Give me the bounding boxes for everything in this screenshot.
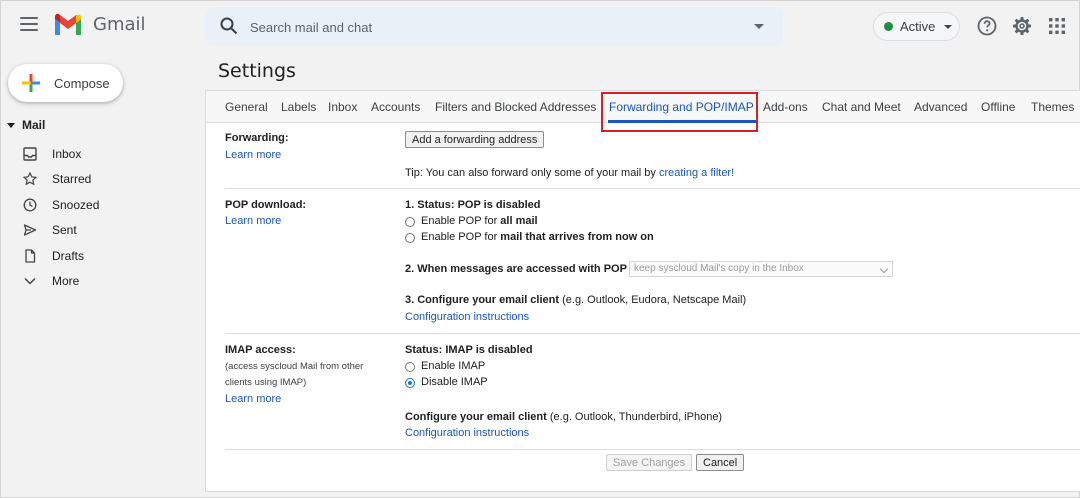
compose-label: Compose [54,75,110,91]
sidebar-item-more[interactable]: More [1,269,201,295]
inbox-icon [23,147,37,161]
imap-access-description: (access syscloud Mail from other clients… [225,361,364,388]
tab-add-ons[interactable]: Add-ons [763,100,808,114]
tab-accounts[interactable]: Accounts [371,100,420,114]
status-chip[interactable]: Active [873,12,960,41]
disable-imap-radio[interactable] [405,378,415,388]
tab-inbox[interactable]: Inbox [328,100,357,114]
enable-imap-label: Enable IMAP [421,360,486,372]
sidebar-item-drafts[interactable]: Drafts [1,243,201,269]
divider [225,449,1080,450]
plus-icon [22,74,40,92]
create-filter-link[interactable]: creating a filter! [659,167,734,179]
send-icon [23,224,37,236]
mail-section-label: Mail [22,118,46,132]
divider [225,333,1080,334]
apps-grid-icon[interactable] [1046,15,1068,37]
option-bold: all mail [500,215,538,227]
imap-configuration-instructions-link[interactable]: Configuration instructions [405,427,529,439]
compose-button[interactable]: Compose [8,64,123,102]
forwarding-tip-text: Tip: You can also forward only some of y… [405,167,659,179]
enable-pop-all-mail-radio[interactable] [405,217,415,227]
page-title: Settings [218,60,296,82]
search-bar[interactable] [206,7,783,46]
gmail-logo[interactable]: Gmail [53,13,146,36]
enable-pop-all-mail-label: Enable POP for all mail [421,215,538,227]
enable-pop-from-now-label: Enable POP for mail that arrives from no… [421,231,654,243]
enable-pop-from-now-radio[interactable] [405,233,415,243]
sidebar-item-label: Drafts [52,248,85,263]
main-menu-button[interactable] [20,17,38,31]
tab-filters[interactable]: Filters and Blocked Addresses [435,100,596,114]
pop-access-selected-value: keep syscloud Mail's copy in the Inbox [634,263,804,274]
imap-configure-client: Configure your email client (e.g. Outloo… [405,411,722,423]
star-icon [23,172,37,186]
sidebar-nav: Inbox Starred Snoozed Sent Drafts More [1,141,201,294]
disable-imap-label: Disable IMAP [421,376,488,388]
configure-rest: (e.g. Outlook, Eudora, Netscape Mail) [559,294,747,306]
sidebar-item-sent[interactable]: Sent [1,218,201,244]
settings-panel: General Labels Inbox Accounts Filters an… [205,90,1080,492]
draft-icon [25,249,36,263]
collapse-triangle-icon [7,122,15,128]
configure-bold: 3. Configure your email client [405,294,560,306]
pop-configuration-instructions-link[interactable]: Configuration instructions [405,311,529,323]
chevron-down-icon [24,278,36,285]
pop-access-select[interactable]: keep syscloud Mail's copy in the Inbox [629,261,893,277]
option-prefix: Enable POP for [421,215,501,227]
option-bold: mail that arrives from now on [500,231,654,243]
imap-learn-more-link[interactable]: Learn more [225,393,281,405]
forwarding-learn-more-link[interactable]: Learn more [225,149,281,161]
pop-access-label: 2. When messages are accessed with POP [405,263,627,275]
configure-bold: Configure your email client [405,411,547,423]
imap-access-label: IMAP access: [225,344,296,356]
sidebar-item-label: Inbox [52,146,82,161]
forwarding-label: Forwarding: [225,132,289,144]
gmail-m-icon [55,13,81,35]
cancel-button[interactable]: Cancel [696,454,745,471]
help-icon[interactable] [976,15,998,37]
gear-icon[interactable] [1011,15,1033,37]
mail-section-toggle[interactable]: Mail [7,118,45,132]
add-forwarding-address-button[interactable]: Add a forwarding address [405,131,545,148]
clock-icon [23,198,37,212]
tab-themes[interactable]: Themes [1031,100,1074,114]
imap-status: Status: IMAP is disabled [405,344,533,356]
sidebar-item-label: Sent [52,223,77,238]
chevron-down-icon [879,264,889,274]
tab-advanced[interactable]: Advanced [914,100,967,114]
configure-rest: (e.g. Outlook, Thunderbird, iPhone) [546,411,723,423]
tab-offline[interactable]: Offline [981,100,1015,114]
pop-download-label: POP download: [225,199,307,211]
tab-labels[interactable]: Labels [281,100,316,114]
forwarding-tip: Tip: You can also forward only some of y… [405,167,734,179]
sidebar-item-label: More [52,274,80,289]
sidebar-item-starred[interactable]: Starred [1,167,201,193]
sidebar-item-label: Snoozed [52,197,100,212]
save-changes-button[interactable]: Save Changes [606,454,693,471]
pop-learn-more-link[interactable]: Learn more [225,215,281,227]
highlight-annotation-box [601,92,758,132]
chevron-down-icon [944,24,953,29]
search-options-icon[interactable] [754,24,764,29]
divider [225,188,1080,189]
active-status-dot [884,22,893,31]
tab-general[interactable]: General [225,100,268,114]
pop-status: 1. Status: POP is disabled [405,199,541,211]
sidebar-item-snoozed[interactable]: Snoozed [1,192,201,218]
option-prefix: Enable POP for [421,231,501,243]
status-label: Active [900,19,936,34]
enable-imap-radio[interactable] [405,362,415,372]
search-icon[interactable] [220,17,238,35]
tab-chat-and-meet[interactable]: Chat and Meet [822,100,901,114]
search-input[interactable] [250,17,730,37]
sidebar-item-inbox[interactable]: Inbox [1,141,201,167]
sidebar-item-label: Starred [52,172,92,187]
pop-configure-client: 3. Configure your email client (e.g. Out… [405,294,746,306]
app-name: Gmail [93,14,146,35]
